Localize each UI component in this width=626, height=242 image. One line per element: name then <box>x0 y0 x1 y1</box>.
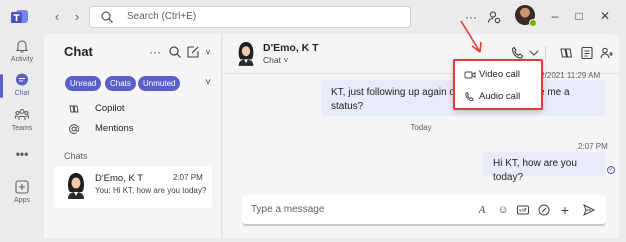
apps-icon <box>15 180 29 194</box>
menu-item-video-call[interactable]: Video call <box>455 64 541 86</box>
send-icon[interactable] <box>582 203 596 217</box>
chat-list-panel: Chat ··· ˅ Unread Chats Unmuted ˅ Copilo… <box>44 34 222 238</box>
menu-label-audio-call: Audio call <box>479 91 521 102</box>
chat-icon <box>16 73 28 86</box>
message-composer[interactable]: Type a message A ☺ + <box>242 195 606 226</box>
at-icon <box>69 124 79 134</box>
copilot-icon <box>69 105 79 113</box>
avatar <box>238 42 254 66</box>
rail-more-apps-icon[interactable]: ••• <box>0 147 44 161</box>
back-arrow-icon[interactable]: ‹ <box>49 9 65 25</box>
format-icon[interactable]: A <box>475 203 489 217</box>
pinned-mentions-label: Mentions <box>95 123 134 134</box>
filter-unread[interactable]: Unread <box>65 76 102 91</box>
teams-window: ‹ › Search (Ctrl+E) ··· – □ ✕ Activity C… <box>0 0 626 242</box>
filter-unmuted[interactable]: Unmuted <box>138 76 181 91</box>
read-receipt-icon: ✓ <box>607 166 615 174</box>
teams-logo-icon <box>11 10 28 23</box>
search-placeholder: Search (Ctrl+E) <box>127 11 197 22</box>
chat-list-item[interactable]: D'Emo, K T 2:07 PM You: Hi KT, how are y… <box>54 166 212 208</box>
pinned-copilot-label: Copilot <box>95 103 125 114</box>
day-separator: Today <box>410 123 432 132</box>
chat-more-icon[interactable]: ··· <box>147 44 163 60</box>
add-attachment-icon[interactable]: + <box>558 203 572 217</box>
menu-item-audio-call[interactable]: Audio call <box>455 86 541 108</box>
rail-item-chat[interactable]: Chat <box>0 72 44 98</box>
rail-item-activity[interactable]: Activity <box>0 38 44 63</box>
gif-icon[interactable] <box>516 203 530 217</box>
new-chat-icon[interactable] <box>185 44 201 60</box>
rail-label-activity: Activity <box>10 56 34 63</box>
conversation-pane: D'Emo, K T Chat ˅ /2/2021 11:29 AM KT, j… <box>223 34 619 238</box>
forward-arrow-icon[interactable]: › <box>69 9 85 25</box>
maximize-icon[interactable]: □ <box>571 8 587 24</box>
share-screen-icon[interactable] <box>579 45 595 61</box>
people-icon[interactable] <box>599 45 615 61</box>
new-chat-dropdown-icon[interactable]: ˅ <box>200 44 216 60</box>
rail-item-apps[interactable]: Apps <box>0 179 44 204</box>
rail-item-teams[interactable]: Teams <box>0 107 44 132</box>
search-icon <box>101 11 113 23</box>
presence-available-icon <box>529 19 537 27</box>
emoji-icon[interactable]: ☺ <box>496 203 510 217</box>
message-timestamp: /2/2021 11:29 AM <box>538 71 601 80</box>
app-rail: Activity Chat Teams ••• Apps <box>0 34 44 242</box>
message-text: Hi KT, how are you today? <box>493 158 577 183</box>
close-icon[interactable]: ✕ <box>597 8 613 24</box>
conversation-tab-chat[interactable]: Chat ˅ <box>263 55 288 65</box>
conversation-subtitle: Chat <box>263 55 281 65</box>
teams-icon <box>14 108 30 120</box>
filter-chats[interactable]: Chats <box>105 76 136 91</box>
bell-icon <box>15 40 29 53</box>
copilot-icon[interactable] <box>558 45 574 61</box>
more-options-icon[interactable]: ··· <box>463 9 479 25</box>
phone-icon <box>465 91 474 102</box>
chats-section-heading: Chats <box>64 151 88 161</box>
search-input[interactable]: Search (Ctrl+E) <box>89 6 411 28</box>
account-settings-icon[interactable] <box>486 9 502 25</box>
filters-chevron-down-icon[interactable]: ˅ <box>201 76 215 90</box>
conversation-header: D'Emo, K T Chat ˅ <box>223 34 619 74</box>
message-text-tail: e me a <box>539 87 570 98</box>
rail-label-teams: Teams <box>11 125 33 132</box>
chat-item-preview: You: Hi KT, how are you today? <box>95 186 207 195</box>
chat-item-name: D'Emo, K T <box>95 173 144 184</box>
composer-placeholder: Type a message <box>251 204 325 215</box>
loop-icon[interactable] <box>537 203 551 217</box>
message-timestamp: 2:07 PM <box>578 142 608 151</box>
chat-list-title: Chat <box>64 44 93 59</box>
menu-label-video-call: Video call <box>479 69 521 80</box>
search-icon[interactable] <box>167 44 183 60</box>
rail-label-apps: Apps <box>14 197 30 204</box>
minimize-icon[interactable]: – <box>547 8 563 24</box>
header-divider <box>545 46 546 60</box>
call-options-menu: Video call Audio call <box>453 59 543 110</box>
rail-label-chat: Chat <box>14 90 30 97</box>
title-bar: ‹ › Search (Ctrl+E) ··· – □ ✕ <box>0 0 626 34</box>
user-avatar[interactable] <box>515 5 537 27</box>
avatar <box>68 173 84 199</box>
conversation-name: D'Emo, K T <box>263 42 319 54</box>
video-icon <box>464 71 476 79</box>
message-bubble: Hi KT, how are you today? <box>483 152 606 183</box>
chat-item-time: 2:07 PM <box>173 173 203 182</box>
